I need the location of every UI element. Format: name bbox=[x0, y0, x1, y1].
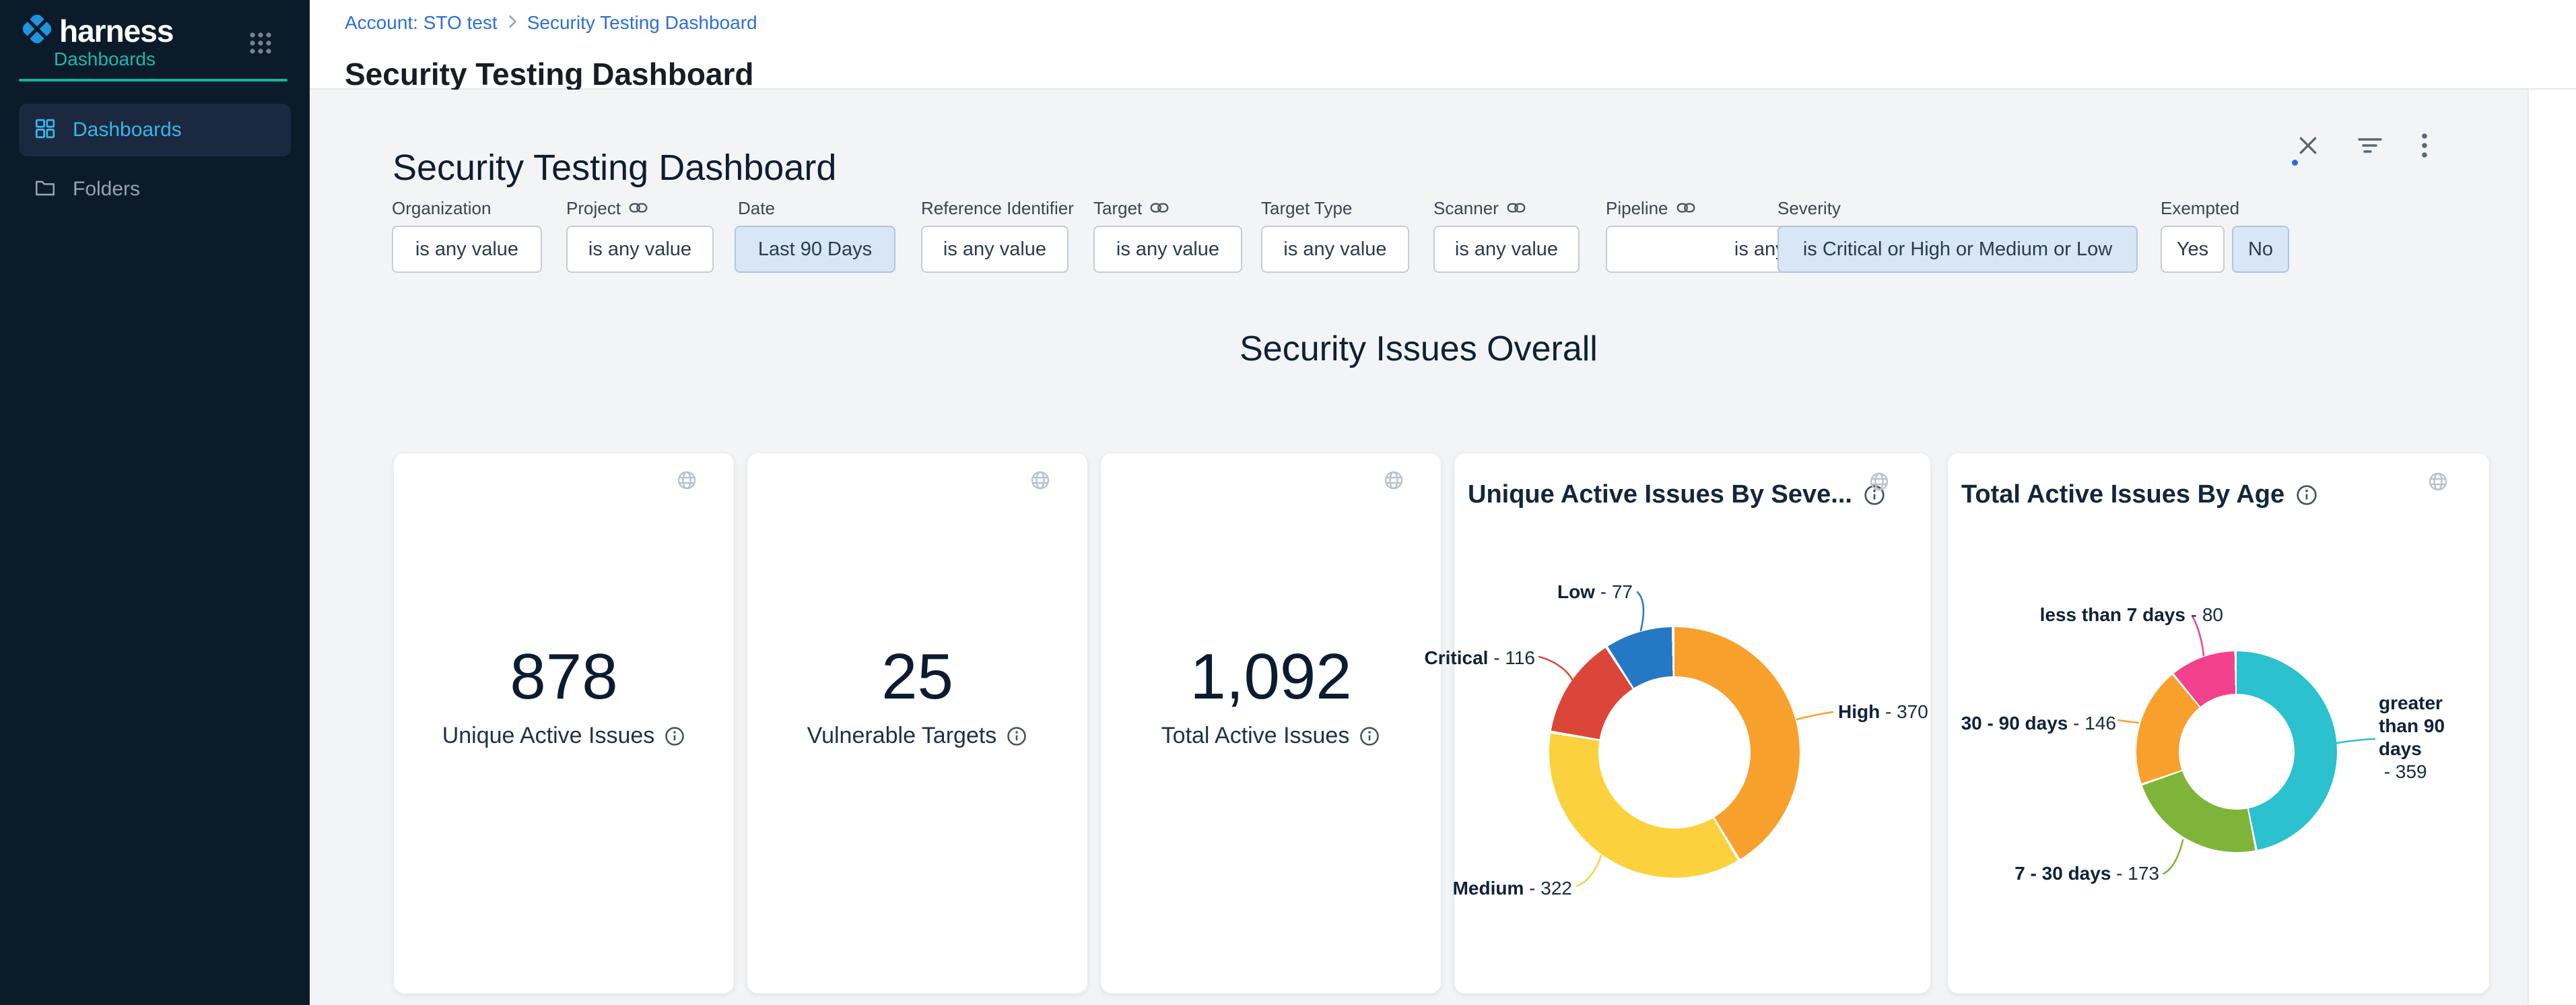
filter-target-value[interactable]: is any value bbox=[1093, 226, 1242, 273]
severity-donut-chart[interactable] bbox=[1549, 627, 1800, 878]
chevron-right-icon bbox=[507, 12, 518, 34]
info-icon[interactable] bbox=[1006, 725, 1027, 747]
sidebar: harness Dashboards Dash bbox=[0, 0, 310, 1005]
filter-project: Project is any value bbox=[566, 197, 714, 273]
cursor-dot bbox=[2292, 160, 2298, 166]
stat-value: 25 bbox=[747, 643, 1087, 711]
filter-label: Severity bbox=[1777, 198, 1841, 219]
filter-label: Scanner bbox=[1433, 198, 1499, 219]
filter-label: Pipeline bbox=[1606, 198, 1668, 219]
filter-target-type-value[interactable]: is any value bbox=[1261, 226, 1409, 273]
kebab-menu-icon[interactable] bbox=[2421, 133, 2428, 158]
filter-target-type: Target Type is any value bbox=[1261, 197, 1409, 273]
stat-label: Total Active Issues bbox=[1101, 723, 1441, 749]
harness-logo-icon bbox=[20, 12, 54, 49]
topbar: Account: STO test Security Testing Dashb… bbox=[310, 0, 2576, 90]
exempted-no-button[interactable]: No bbox=[2232, 226, 2289, 273]
screen: harness Dashboards Dash bbox=[0, 0, 2576, 1005]
chart-title: Unique Active Issues By Seve... bbox=[1468, 480, 1886, 509]
filter-exempted: Exempted Yes No bbox=[2161, 197, 2289, 273]
section-title: Security Issues Overall bbox=[310, 329, 2528, 369]
stat-card-unique-active-issues: 878 Unique Active Issues bbox=[394, 453, 734, 994]
filter-label: Reference Identifier bbox=[921, 198, 1074, 219]
info-icon[interactable] bbox=[664, 725, 685, 747]
filter-label: Project bbox=[566, 198, 621, 219]
dashboards-icon bbox=[34, 117, 57, 143]
filter-label: Target Type bbox=[1261, 198, 1352, 219]
filter-target: Target is any value bbox=[1093, 197, 1242, 273]
filter-severity: Severity is Critical or High or Medium o… bbox=[1777, 197, 2138, 273]
chart-card-issues-by-age: Total Active Issues By Age less than 7 d… bbox=[1948, 453, 2489, 994]
sidebar-divider bbox=[19, 79, 287, 82]
folder-icon bbox=[34, 176, 57, 203]
slice-label-30-90-days: 30 - 90 days - 146 bbox=[1961, 713, 2116, 734]
filter-organization-value[interactable]: is any value bbox=[392, 226, 542, 273]
sidebar-item-dashboards[interactable]: Dashboards bbox=[19, 104, 291, 156]
filter-severity-value[interactable]: is Critical or High or Medium or Low bbox=[1777, 226, 2138, 273]
filter-scanner-value[interactable]: is any value bbox=[1433, 226, 1580, 273]
link-icon bbox=[1507, 198, 1526, 219]
globe-icon[interactable] bbox=[676, 469, 698, 494]
apps-grid-icon[interactable] bbox=[248, 31, 273, 55]
filter-label: Exempted bbox=[2161, 198, 2239, 219]
chart-card-issues-by-severity: Unique Active Issues By Seve... Low - 77… bbox=[1454, 453, 1930, 994]
filter-icon[interactable] bbox=[2358, 135, 2382, 156]
exempted-yes-button[interactable]: Yes bbox=[2161, 226, 2225, 273]
breadcrumb: Account: STO test Security Testing Dashb… bbox=[345, 12, 757, 34]
stat-value: 878 bbox=[394, 643, 734, 711]
filter-reference-identifier-value[interactable]: is any value bbox=[921, 226, 1069, 273]
slice-label-low: Low - 77 bbox=[1557, 581, 1633, 603]
slice-label-less-than-7-days: less than 7 days - 80 bbox=[2040, 604, 2223, 626]
breadcrumb-page-link[interactable]: Security Testing Dashboard bbox=[527, 12, 757, 34]
sidebar-item-folders[interactable]: Folders bbox=[19, 168, 291, 210]
link-icon bbox=[1676, 198, 1695, 219]
breadcrumb-account-link[interactable]: Account: STO test bbox=[345, 12, 498, 34]
globe-icon[interactable] bbox=[2427, 471, 2449, 496]
filter-scanner: Scanner is any value bbox=[1433, 197, 1580, 273]
filter-label: Organization bbox=[392, 198, 491, 219]
chart-title: Total Active Issues By Age bbox=[1961, 480, 2318, 509]
panel-actions bbox=[2297, 133, 2428, 158]
filter-date: Date Last 90 Days bbox=[735, 197, 895, 273]
slice-label-medium: Medium - 322 bbox=[1453, 878, 1572, 899]
filter-date-value[interactable]: Last 90 Days bbox=[735, 226, 895, 273]
filter-organization: Organization is any value bbox=[392, 197, 542, 273]
sidebar-item-label: Dashboards bbox=[73, 119, 182, 141]
filter-label: Target bbox=[1093, 198, 1142, 219]
logo-text: harness bbox=[59, 13, 173, 49]
link-icon bbox=[629, 198, 648, 219]
globe-icon[interactable] bbox=[1029, 469, 1051, 494]
page-title: Security Testing Dashboard bbox=[345, 56, 754, 92]
filter-project-value[interactable]: is any value bbox=[566, 226, 714, 273]
globe-icon[interactable] bbox=[1383, 469, 1404, 494]
module-label: Dashboards bbox=[54, 48, 156, 70]
stat-value: 1,092 bbox=[1101, 643, 1441, 711]
slice-label-7-30-days: 7 - 30 days - 173 bbox=[2014, 863, 2159, 884]
stat-label: Vulnerable Targets bbox=[747, 723, 1087, 749]
info-icon[interactable] bbox=[1359, 725, 1380, 747]
harness-logo[interactable]: harness bbox=[20, 12, 173, 49]
stat-card-vulnerable-targets: 25 Vulnerable Targets bbox=[747, 453, 1087, 994]
slice-label-high: High - 370 bbox=[1838, 701, 1928, 723]
globe-icon[interactable] bbox=[1868, 471, 1890, 496]
exempted-toggle: Yes No bbox=[2161, 219, 2289, 273]
slice-label-critical: Critical - 116 bbox=[1425, 647, 1535, 669]
dashboard-panel: Security Testing Dashboard Organizatio bbox=[310, 90, 2529, 1005]
stat-label: Unique Active Issues bbox=[394, 723, 734, 749]
close-icon[interactable] bbox=[2297, 135, 2319, 156]
link-icon bbox=[1150, 198, 1169, 219]
filter-reference-identifier: Reference Identifier is any value bbox=[921, 197, 1074, 273]
stat-card-total-active-issues: 1,092 Total Active Issues bbox=[1101, 453, 1441, 994]
dashboard-title: Security Testing Dashboard bbox=[393, 147, 836, 189]
age-donut-chart[interactable] bbox=[2136, 651, 2337, 852]
slice-label-greater-than-90-days: greater than 90 days - 359 bbox=[2379, 692, 2454, 783]
sidebar-item-label: Folders bbox=[73, 178, 140, 201]
info-icon[interactable] bbox=[2295, 484, 2318, 507]
filter-label: Date bbox=[738, 198, 775, 219]
